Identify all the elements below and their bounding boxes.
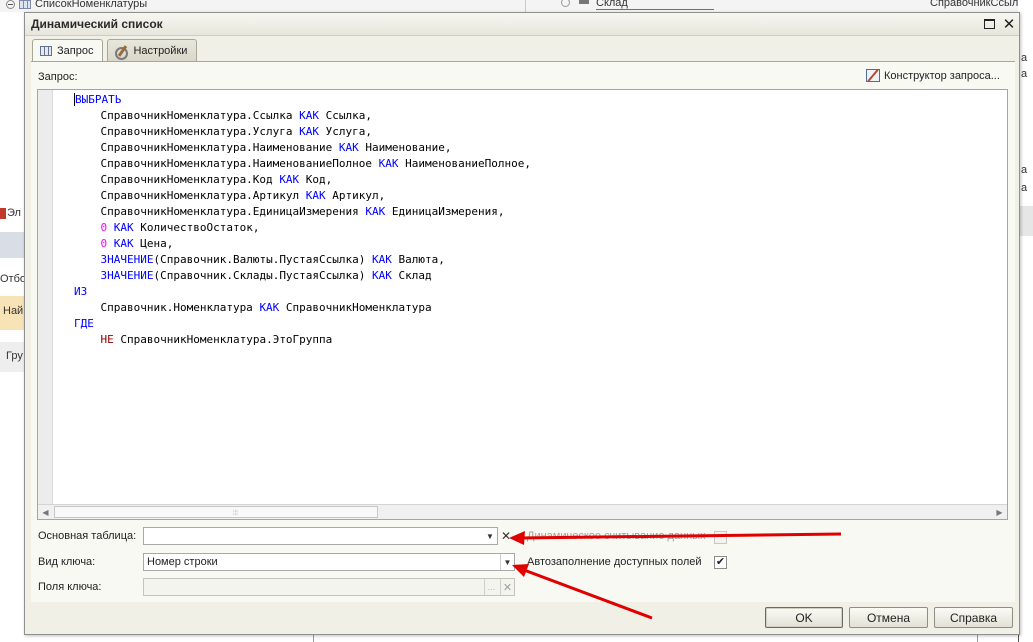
background-type-label: СправочникСсылка — [930, 0, 1030, 9]
query-line[interactable]: СправочникНоменклатура.Ссылка КАК Ссылка… — [74, 108, 1003, 124]
background-filter-label: Отбо — [0, 273, 24, 285]
query-label: Запрос: — [38, 71, 78, 83]
ok-button[interactable]: OK — [765, 607, 843, 628]
ellipsis-icon[interactable]: … — [484, 579, 498, 595]
chevron-down-icon[interactable]: ▼ — [500, 554, 514, 570]
scroll-right-icon[interactable]: ▶ — [992, 505, 1007, 519]
background-divider — [525, 0, 526, 12]
query-line[interactable]: НЕ СправочникНоменклатура.ЭтоГруппа — [74, 332, 1003, 348]
query-line[interactable]: СправочникНоменклатура.ЕдиницаИзмерения … — [74, 204, 1003, 220]
query-constructor-icon — [866, 69, 880, 82]
maximize-icon — [983, 19, 995, 29]
background-element-item: Эл — [0, 207, 21, 219]
background-panel — [0, 232, 24, 258]
query-line[interactable]: СправочникНоменклатура.Услуга КАК Услуга… — [74, 124, 1003, 140]
background-tree-label: СписокНоменклатуры — [35, 0, 148, 10]
dynamic-read-checkbox[interactable] — [714, 531, 727, 544]
background-left-fragments: Эл Отбо Най Гру — [0, 200, 24, 380]
cancel-button[interactable]: Отмена — [849, 607, 928, 628]
scrollbar-thumb[interactable]: ⦙⦙⦙ — [54, 506, 378, 518]
collapse-icon[interactable] — [6, 0, 15, 9]
editor-gutter — [38, 90, 53, 506]
key-fields-field[interactable] — [143, 578, 515, 596]
query-code[interactable]: ВЫБРАТЬ СправочникНоменклатура.Ссылка КА… — [74, 92, 1003, 348]
clear-icon[interactable]: ✕ — [500, 579, 514, 595]
query-line[interactable]: ЗНАЧЕНИЕ(Справочник.Склады.ПустаяСсылка)… — [74, 268, 1003, 284]
query-line[interactable]: Справочник.Номенклатура КАК СправочникНо… — [74, 300, 1003, 316]
query-line[interactable]: 0 КАК КоличествоОстаток, — [74, 220, 1003, 236]
background-field-icon — [579, 0, 589, 4]
help-button[interactable]: Справка — [934, 607, 1013, 628]
query-line[interactable]: ВЫБРАТЬ — [74, 92, 1003, 108]
background-right-fragments: а а а а — [1018, 0, 1033, 642]
key-type-label: Вид ключа: — [38, 556, 96, 568]
query-constructor-button[interactable]: Конструктор запроса... — [866, 69, 1000, 82]
table-icon — [19, 0, 31, 9]
query-line[interactable]: ИЗ — [74, 284, 1003, 300]
editor-horizontal-scrollbar[interactable]: ◀ ⦙⦙⦙ ▶ — [38, 504, 1007, 519]
maximize-button[interactable] — [981, 16, 997, 32]
list-icon — [0, 207, 6, 219]
table-icon — [40, 46, 52, 56]
query-text-editor[interactable]: ВЫБРАТЬ СправочникНоменклатура.Ссылка КА… — [37, 89, 1008, 520]
clear-icon[interactable]: ✕ — [501, 529, 511, 543]
main-table-label: Основная таблица: — [38, 530, 137, 542]
query-line[interactable]: СправочникНоменклатура.Артикул КАК Артик… — [74, 188, 1003, 204]
dialog-tabs: Запрос Настройки — [32, 39, 198, 62]
query-line[interactable]: ГДЕ — [74, 316, 1003, 332]
query-line[interactable]: ЗНАЧЕНИЕ(Справочник.Валюты.ПустаяСсылка)… — [74, 252, 1003, 268]
query-line[interactable]: СправочникНоменклатура.Код КАК Код, — [74, 172, 1003, 188]
tab-query[interactable]: Запрос — [32, 39, 104, 62]
key-fields-label: Поля ключа: — [38, 581, 102, 593]
background-sklad-label: Склад — [596, 0, 714, 10]
key-type-select[interactable]: Номер строки — [143, 553, 515, 571]
tab-settings[interactable]: Настройки — [107, 39, 198, 61]
dialog-titlebar[interactable]: Динамический список ✕ — [25, 13, 1019, 36]
dialog-title: Динамический список — [31, 17, 163, 31]
background-group-button[interactable]: Гру — [0, 342, 24, 372]
query-line[interactable]: СправочникНоменклатура.НаименованиеПолно… — [74, 156, 1003, 172]
query-line[interactable]: 0 КАК Цена, — [74, 236, 1003, 252]
background-find-button[interactable]: Най — [0, 296, 24, 330]
autofill-checkbox[interactable]: ✔ — [714, 556, 727, 569]
background-tree-node[interactable]: СписокНоменклатуры — [6, 0, 147, 11]
dynamic-list-dialog: Динамический список ✕ Запрос Настройки З… — [24, 12, 1020, 635]
main-table-field[interactable] — [143, 527, 498, 545]
close-icon: ✕ — [1002, 15, 1016, 33]
background-app-toolbar — [0, 0, 1033, 12]
dynamic-read-label: Динамическое считывание данных — [527, 530, 706, 542]
close-button[interactable]: ✕ — [1001, 16, 1017, 32]
autofill-label: Автозаполнение доступных полей — [527, 556, 702, 568]
chevron-down-icon[interactable]: ▼ — [483, 528, 497, 544]
query-line[interactable]: СправочникНоменклатура.Наименование КАК … — [74, 140, 1003, 156]
settings-icon — [115, 45, 129, 60]
scroll-left-icon[interactable]: ◀ — [38, 505, 53, 519]
